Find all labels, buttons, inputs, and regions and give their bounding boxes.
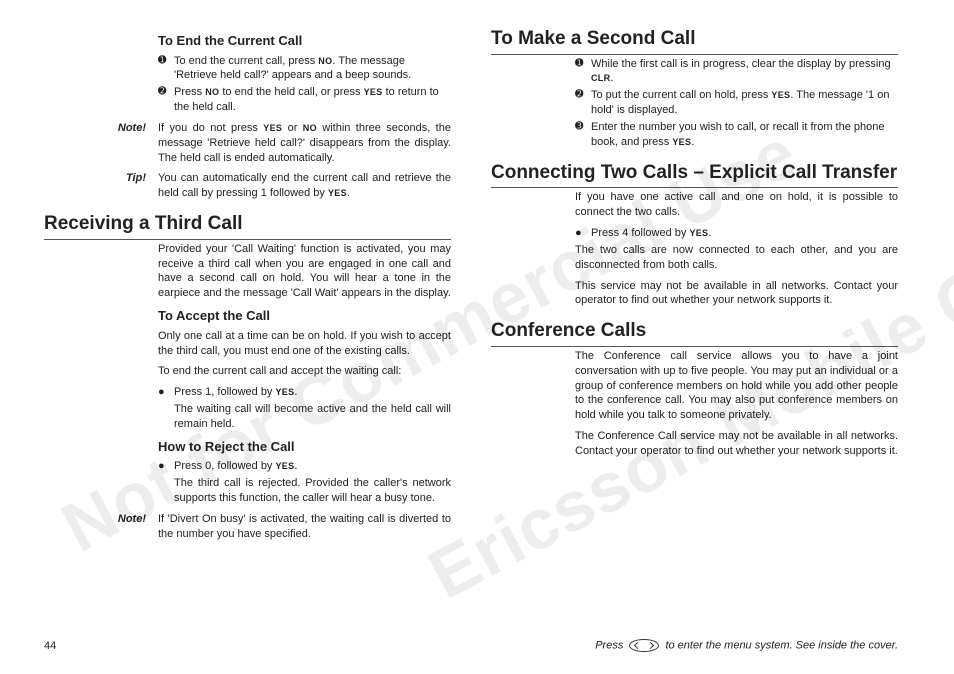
paragraph: The Conference call service allows you t… [575, 349, 898, 423]
sub-paragraph: The third call is rejected. Provided the… [174, 476, 451, 506]
bullet-icon: ● [158, 385, 174, 400]
nav-oval-icon [629, 639, 659, 652]
tip-row: Tip! You can automatically end the curre… [44, 171, 451, 201]
heading-connecting-two-calls: Connecting Two Calls – Explicit Call Tra… [491, 160, 898, 189]
heading-end-current-call: To End the Current Call [158, 32, 451, 50]
num-3-icon: ➌ [575, 120, 591, 150]
bullet-text: Press 4 followed by YES. [591, 226, 711, 241]
list-item: ➌Enter the number you wish to call, or r… [575, 120, 898, 150]
right-column: To Make a Second Call ➊While the first c… [491, 26, 898, 610]
heading-make-second-call: To Make a Second Call [491, 26, 898, 55]
tip-label: Tip! [44, 171, 158, 201]
list-item: ➊To end the current call, press NO. The … [158, 54, 451, 84]
list-text: Press NO to end the held call, or press … [174, 85, 451, 115]
left-column: To End the Current Call ➊To end the curr… [44, 26, 451, 610]
page-body: To End the Current Call ➊To end the curr… [0, 0, 954, 620]
list-item: ➊While the first call is in progress, cl… [575, 57, 898, 87]
note-body: If 'Divert On busy' is activated, the wa… [158, 512, 451, 542]
note-row: Note! If 'Divert On busy' is activated, … [44, 512, 451, 542]
bullet-item: ●Press 1, followed by YES. [158, 385, 451, 400]
num-2-icon: ➋ [158, 85, 174, 115]
list-item: ➋To put the current call on hold, press … [575, 88, 898, 118]
list-text: To put the current call on hold, press Y… [591, 88, 898, 118]
list-text: While the first call is in progress, cle… [591, 57, 898, 87]
list-item: ➋Press NO to end the held call, or press… [158, 85, 451, 115]
footer-hint-post: to enter the menu system. See inside the… [665, 639, 898, 651]
paragraph: Provided your 'Call Waiting' function is… [158, 242, 451, 301]
num-2-icon: ➋ [575, 88, 591, 118]
page-footer: 44 Press to enter the menu system. See i… [44, 639, 898, 652]
footer-hint: Press to enter the menu system. See insi… [595, 639, 898, 652]
paragraph: This service may not be available in all… [575, 279, 898, 309]
list-text: To end the current call, press NO. The m… [174, 54, 451, 84]
paragraph: The two calls are now connected to each … [575, 243, 898, 273]
heading-receiving-third-call: Receiving a Third Call [44, 211, 451, 240]
bullet-item: ●Press 0, followed by YES. [158, 459, 451, 474]
bullet-text: Press 1, followed by YES. [174, 385, 297, 400]
bullet-text: Press 0, followed by YES. [174, 459, 297, 474]
bullet-icon: ● [575, 226, 591, 241]
num-1-icon: ➊ [575, 57, 591, 87]
num-1-icon: ➊ [158, 54, 174, 84]
footer-hint-pre: Press [595, 639, 626, 651]
page-number: 44 [44, 640, 56, 652]
heading-conference-calls: Conference Calls [491, 318, 898, 347]
heading-accept-call: To Accept the Call [158, 307, 451, 325]
bullet-item: ●Press 4 followed by YES. [575, 226, 898, 241]
list-text: Enter the number you wish to call, or re… [591, 120, 898, 150]
note-row: Note! If you do not press YES or NO with… [44, 121, 451, 166]
bullet-icon: ● [158, 459, 174, 474]
tip-body: You can automatically end the current ca… [158, 171, 451, 201]
paragraph: The Conference Call service may not be a… [575, 429, 898, 459]
heading-reject-call: How to Reject the Call [158, 438, 451, 456]
paragraph: Only one call at a time can be on hold. … [158, 329, 451, 359]
sub-paragraph: The waiting call will become active and … [174, 402, 451, 432]
note-body: If you do not press YES or NO within thr… [158, 121, 451, 166]
paragraph: If you have one active call and one on h… [575, 190, 898, 220]
paragraph: To end the current call and accept the w… [158, 364, 451, 379]
note-label: Note! [44, 512, 158, 542]
note-label: Note! [44, 121, 158, 166]
